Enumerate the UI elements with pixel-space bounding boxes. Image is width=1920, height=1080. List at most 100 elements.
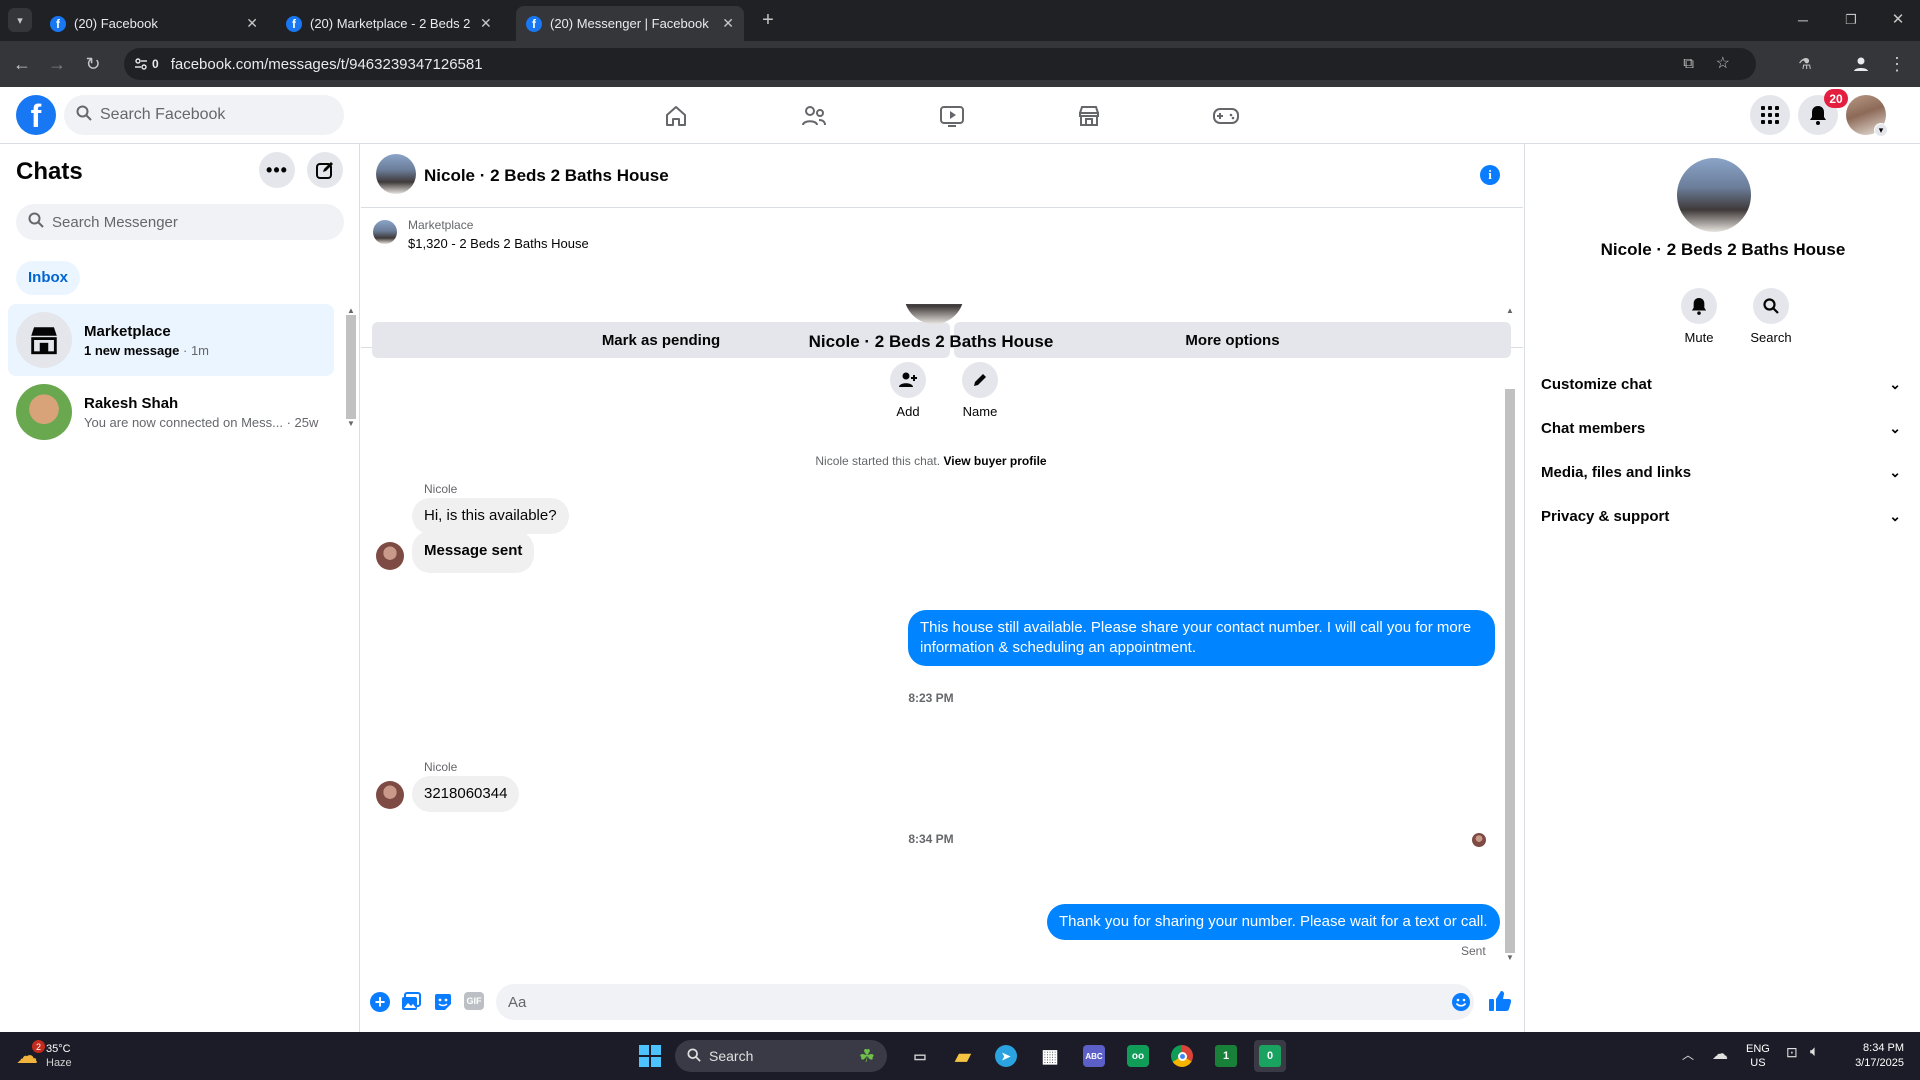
message-bubble-incoming[interactable]: 3218060344 [412,776,520,812]
volume-speaker-icon[interactable]: 🔈︎ [1810,1043,1819,1060]
view-buyer-profile-link[interactable]: View buyer profile [943,454,1046,468]
message-bubble-incoming[interactable]: Hi, is this available? [412,498,569,534]
reload-icon[interactable]: ↻ [80,51,106,77]
chrome-icon[interactable] [1166,1040,1198,1072]
network-icon[interactable]: ⊡ [1786,1044,1798,1061]
gif-icon[interactable]: GIF [464,992,484,1010]
telegram-icon[interactable]: ➤ [990,1040,1022,1072]
new-tab-plus-icon[interactable]: + [758,9,778,31]
message-bubble-incoming[interactable]: Message sent [412,531,535,573]
composer: + GIF Aa [361,982,1523,1032]
search-icon [28,212,44,233]
windows-start-icon[interactable] [634,1040,666,1072]
language-indicator[interactable]: ENG US [1746,1042,1770,1070]
message-input[interactable]: Aa [496,984,1474,1020]
forward-arrow-icon[interactable]: → [44,51,70,77]
message-bubble-outgoing[interactable]: This house still available. Please share… [908,610,1495,666]
friends-icon[interactable] [797,99,831,133]
section-label: Customize chat [1541,375,1652,393]
gaming-icon[interactable] [1209,99,1243,133]
conversation-header[interactable]: Nicole · 2 Beds 2 Baths House i [361,144,1523,208]
chevron-down-icon: ⌄ [1889,375,1901,392]
conversation-title[interactable]: Nicole · 2 Beds 2 Baths House [424,166,669,186]
started-text: Nicole started this chat. [815,454,941,468]
conversation-info-icon[interactable]: i [1480,165,1500,185]
video-icon[interactable] [935,99,969,133]
app-icon-sheets-1[interactable]: 1 [1210,1040,1242,1072]
chat-options-more-icon[interactable]: ••• [259,152,295,188]
mute-button[interactable]: Mute [1669,288,1729,345]
profile-avatar-partial [904,304,964,324]
thread-scrollbar[interactable]: ▲ ▼ [1505,306,1515,966]
close-window-icon[interactable]: ✕ [1890,10,1906,28]
sticker-icon[interactable] [433,992,453,1017]
privacy-support-section[interactable]: Privacy & support ⌄ [1541,494,1901,538]
browser-tab-messenger[interactable]: f (20) Messenger | Facebook ✕ [516,6,744,41]
browser-menu-icon[interactable]: ⋮ [1884,51,1910,77]
like-thumbs-up-icon[interactable] [1488,990,1512,1017]
chat-item-marketplace[interactable]: Marketplace 1 new message · 1m [8,304,334,376]
listing-title[interactable]: $1,320 - 2 Beds 2 Baths House [408,236,589,251]
weather-desc: Haze [46,1057,72,1069]
facebook-logo-icon[interactable]: f [16,95,56,135]
inbox-tab[interactable]: Inbox [16,261,80,295]
emoji-icon[interactable] [1451,992,1471,1017]
microsoft-store-icon[interactable]: ▦ [1034,1040,1066,1072]
app-icon-blue[interactable]: ABC [1078,1040,1110,1072]
message-thread[interactable]: Nicole · 2 Beds 2 Baths House Add Name N… [361,304,1501,962]
chats-scrollbar[interactable]: ▲ ▼ [346,306,356,438]
new-message-compose-icon[interactable] [307,152,343,188]
minimize-icon[interactable]: ─ [1795,12,1811,28]
media-files-links-section[interactable]: Media, files and links ⌄ [1541,450,1901,494]
conversation-panel: Nicole · 2 Beds 2 Baths House i Marketpl… [361,144,1523,1032]
file-explorer-icon[interactable]: ▰ [947,1040,979,1072]
chats-title: Chats [16,158,83,185]
search-facebook-input[interactable]: Search Facebook [64,95,344,135]
onedrive-cloud-icon[interactable]: ☁ [1712,1044,1728,1064]
search-in-chat-button[interactable]: Search [1741,288,1801,345]
marketplace-icon[interactable] [1072,99,1106,133]
customize-chat-section[interactable]: Customize chat ⌄ [1541,362,1901,406]
add-people-button[interactable]: Add [878,362,938,419]
home-icon[interactable] [659,99,693,133]
account-chevron-down-icon[interactable]: ▾ [1874,123,1888,137]
browser-tab-marketplace[interactable]: f (20) Marketplace - 2 Beds 2 Baths ✕ [276,6,504,41]
profile-icon[interactable] [1848,51,1874,77]
browser-tab-bar: ▾ f (20) Facebook ✕ f (20) Marketplace -… [0,0,1920,41]
conversation-avatar[interactable] [376,154,416,194]
app-icon-green[interactable]: oo [1122,1040,1154,1072]
marketplace-store-icon [16,312,72,368]
attach-photo-icon[interactable] [401,992,421,1017]
message-bubble-outgoing[interactable]: Thank you for sharing your number. Pleas… [1047,904,1500,940]
site-info-icon[interactable]: 0 [134,57,159,71]
bookmark-star-icon[interactable]: ☆ [1716,53,1730,73]
close-tab-icon[interactable]: ✕ [722,15,734,32]
menu-grid-icon[interactable] [1750,95,1790,135]
site-info-count: 0 [152,57,159,71]
restore-icon[interactable]: ❐ [1843,12,1859,28]
more-actions-plus-icon[interactable]: + [370,992,390,1012]
task-view-icon[interactable]: ▭ [904,1040,936,1072]
windows-taskbar: ☁ 2 35°C Haze Search ☘ ▭ ▰ ➤ ▦ ABC oo 1 … [0,1032,1920,1080]
add-person-icon [890,362,926,398]
weather-widget[interactable]: ☁ 2 35°C Haze [16,1040,72,1072]
close-tab-icon[interactable]: ✕ [246,15,258,32]
chat-members-section[interactable]: Chat members ⌄ [1541,406,1901,450]
back-arrow-icon[interactable]: ← [9,51,35,77]
show-hidden-icons-chevron[interactable]: ︿ [1682,1046,1694,1063]
labs-flask-icon[interactable]: ⚗ [1792,51,1818,77]
install-app-icon[interactable]: ⧉ [1683,55,1694,72]
sender-name-nicole: Nicole [424,482,458,496]
taskbar-search-box[interactable]: Search ☘ [675,1040,887,1072]
taskbar-search-label: Search [709,1048,754,1064]
search-messenger-input[interactable]: Search Messenger [16,204,344,240]
app-icon-sheets-0[interactable]: 0 [1254,1040,1286,1072]
clock[interactable]: 8:34 PM 3/17/2025 [1842,1041,1904,1071]
close-tab-icon[interactable]: ✕ [480,15,492,32]
edit-name-button[interactable]: Name [950,362,1010,419]
tab-search-chevron-icon[interactable]: ▾ [8,8,32,32]
details-avatar[interactable] [1677,158,1751,232]
browser-tab-facebook[interactable]: f (20) Facebook ✕ [40,6,268,41]
address-bar[interactable]: 0 facebook.com/messages/t/94632393471265… [124,48,1756,80]
chat-item-rakesh-shah[interactable]: Rakesh Shah You are now connected on Mes… [8,376,334,448]
